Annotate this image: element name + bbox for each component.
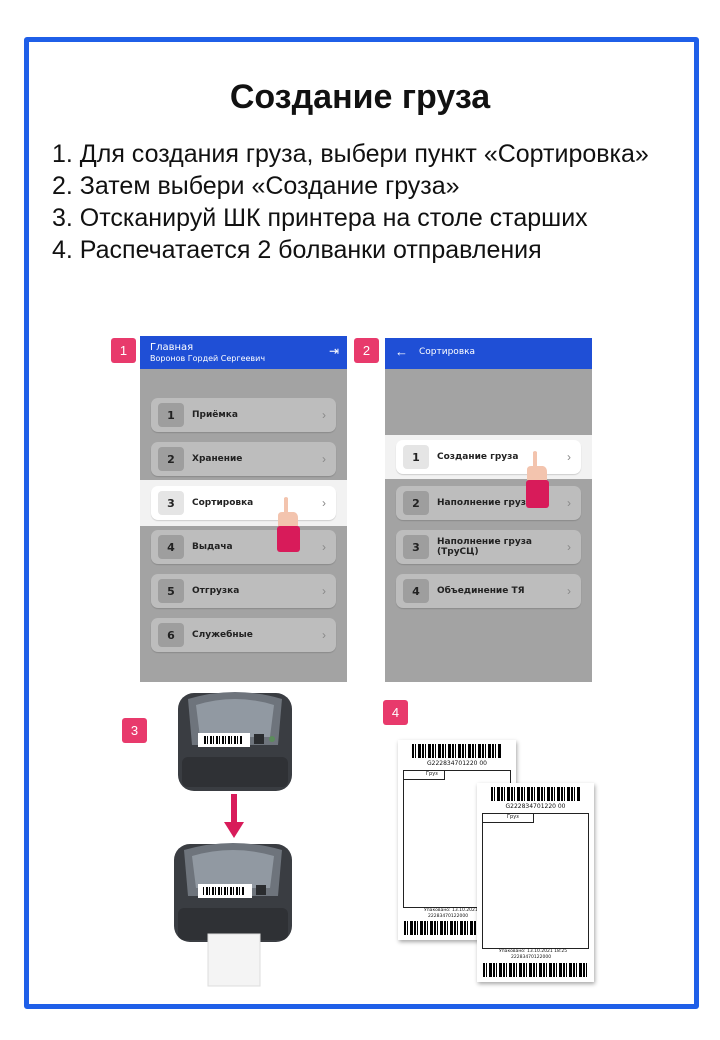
chevron-right-icon: › <box>322 584 326 598</box>
chevron-right-icon: › <box>322 452 326 466</box>
app-header: ← Сортировка <box>385 338 592 369</box>
menu-item-sluzhebnye[interactable]: 6 Служебные › <box>151 618 336 652</box>
pointing-hand-icon <box>277 497 300 552</box>
menu-item-label: Приёмка <box>192 410 238 420</box>
chevron-right-icon: › <box>567 584 571 598</box>
chevron-right-icon: › <box>567 496 571 510</box>
menu-item-napolnenie-gruza[interactable]: 2 Наполнение груза › <box>396 486 581 520</box>
step-badge-3: 3 <box>122 718 147 743</box>
label-gruz: Груз <box>507 814 519 820</box>
menu-item-label: Сортировка <box>192 498 254 508</box>
menu-item-label: Отгрузка <box>192 586 240 596</box>
step-2: 2. Затем выбери «Создание груза» <box>52 172 460 200</box>
menu-item-label: Хранение <box>192 454 243 464</box>
printer-idle-image <box>178 692 292 791</box>
step-badge-2: 2 <box>354 338 379 363</box>
barcode <box>491 787 581 801</box>
menu-item-number: 1 <box>158 403 184 427</box>
steps-list: 1. Для создания груза, выбери пункт «Сор… <box>52 138 672 266</box>
header-user: Воронов Гордей Сергеевич <box>150 354 266 363</box>
menu-item-vydacha[interactable]: 4 Выдача › <box>151 530 336 564</box>
menu-item-number: 3 <box>158 491 184 515</box>
menu-item-number: 4 <box>158 535 184 559</box>
menu-item-number: 2 <box>158 447 184 471</box>
chevron-right-icon: › <box>322 540 326 554</box>
chevron-right-icon: › <box>567 540 571 554</box>
chevron-right-icon: › <box>322 408 326 422</box>
label-cell <box>403 770 445 780</box>
menu-item-obedinenie[interactable]: 4 Объединение ТЯ › <box>396 574 581 608</box>
menu-item-priemka[interactable]: 1 Приёмка › <box>151 398 336 432</box>
chevron-right-icon: › <box>567 450 571 464</box>
label-gruz: Груз <box>426 771 438 777</box>
menu-item-label: Объединение ТЯ <box>437 586 525 596</box>
step-badge-4: 4 <box>383 700 408 725</box>
label-code-2: 22283470122000 <box>511 955 552 960</box>
label-code: G222834701220 00 <box>505 803 566 810</box>
arrow-down-icon <box>224 794 244 838</box>
step-4: 4. Распечатается 2 болванки отправления <box>52 236 542 264</box>
menu-item-label: Выдача <box>192 542 233 552</box>
menu-item-napolnenie-trusc[interactable]: 3 Наполнение груза (ТруСЦ) › <box>396 530 581 564</box>
label-packed: Упаковано: 13.10.2021 <box>424 908 478 913</box>
menu-item-sozdanie-gruza[interactable]: 1 Создание груза › <box>396 440 581 474</box>
phone-screen-sortirovka: ← Сортировка 1 Создание груза › 2 Наполн… <box>385 338 592 682</box>
menu-item-number: 5 <box>158 579 184 603</box>
label-code: G222834701220 00 <box>427 760 487 767</box>
phone-screen-main: Главная Воронов Гордей Сергеевич ⇥ 1 При… <box>140 336 347 682</box>
printer-printing-image <box>174 843 292 987</box>
step-1: 1. Для создания груза, выбери пункт «Сор… <box>52 140 649 168</box>
shipment-label-2: G222834701220 00 Груз Упаковано: 13.10.2… <box>477 783 594 982</box>
label-code-2: 22283470122000 <box>428 914 469 919</box>
back-arrow-icon[interactable]: ← <box>395 344 408 359</box>
menu-item-number: 4 <box>403 579 429 603</box>
menu-item-number: 2 <box>403 491 429 515</box>
step-3: 3. Отсканируй ШК принтера на столе старш… <box>52 204 588 232</box>
slide-title: Создание груза <box>229 78 491 116</box>
menu-item-number: 3 <box>403 535 429 559</box>
pointing-hand-icon <box>526 451 549 508</box>
label-packed: Упаковано: 13.10.2021 18:25 <box>499 949 568 954</box>
menu-item-label: Служебные <box>192 630 253 640</box>
menu-item-number: 1 <box>403 445 429 469</box>
chevron-right-icon: › <box>322 496 326 510</box>
app-header: Главная Воронов Гордей Сергеевич ⇥ <box>140 336 347 369</box>
menu-item-sortirovka[interactable]: 3 Сортировка › <box>151 486 336 520</box>
barcode <box>412 744 502 758</box>
header-title: Главная <box>150 342 194 353</box>
chevron-right-icon: › <box>322 628 326 642</box>
menu-item-hranenie[interactable]: 2 Хранение › <box>151 442 336 476</box>
step-badge-1: 1 <box>111 338 136 363</box>
menu-item-otgruzka[interactable]: 5 Отгрузка › <box>151 574 336 608</box>
menu-item-label: Наполнение груза (ТруСЦ) <box>437 537 532 557</box>
label-box <box>482 813 589 949</box>
barcode <box>483 963 588 977</box>
header-title: Сортировка <box>419 347 476 357</box>
menu-item-number: 6 <box>158 623 184 647</box>
logout-icon[interactable]: ⇥ <box>329 344 339 358</box>
